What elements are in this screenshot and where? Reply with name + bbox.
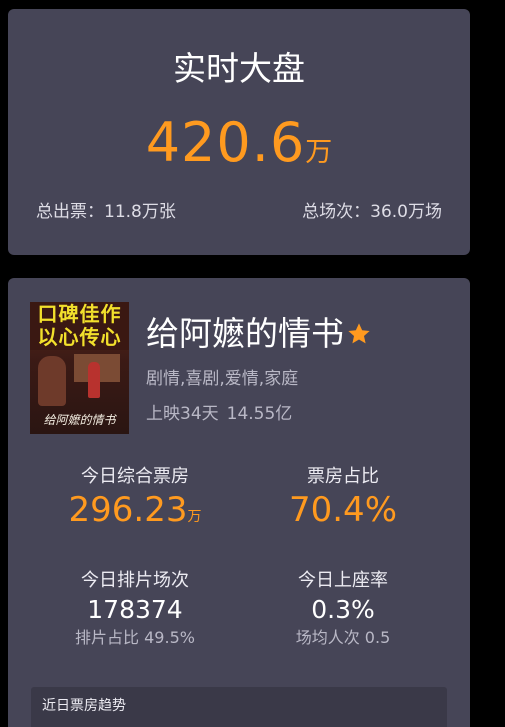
realtime-total-card: 实时大盘 420.6万 总出票：11.8万张 总场次：36.0万场 — [8, 9, 470, 255]
box-office-trend-section[interactable]: 近日票房趋势 — [31, 687, 447, 727]
movie-card[interactable]: 口碑佳作 以心传心 给阿嬷的情书 给阿嬷的情书 剧情,喜剧,爱情,家庭 上映34… — [8, 278, 470, 727]
poster-title: 给阿嬷的情书 — [43, 413, 116, 427]
total-tickets: 总出票：11.8万张 — [36, 202, 176, 222]
stat-value: 178374 — [87, 595, 183, 624]
realtime-total-unit: 万 — [305, 137, 333, 168]
page: 实时大盘 420.6万 总出票：11.8万张 总场次：36.0万场 口碑佳作 以… — [0, 0, 505, 727]
star-icon[interactable] — [346, 321, 372, 347]
movie-title-text[interactable]: 给阿嬷的情书 — [146, 314, 344, 353]
stat-today-shows: 今日排片场次 178374 排片占比 49.5% — [35, 569, 235, 649]
realtime-total-title: 实时大盘 — [173, 49, 305, 88]
stat-label: 今日上座率 — [298, 570, 388, 591]
realtime-total-number: 420.6 — [145, 111, 306, 174]
total-gross: 14.55亿 — [226, 404, 293, 424]
movie-poster[interactable]: 口碑佳作 以心传心 给阿嬷的情书 — [30, 302, 129, 434]
stat-value: 296.23万 — [35, 489, 235, 538]
release-days: 上映34天 — [146, 404, 219, 424]
stat-value: 0.3% — [311, 595, 375, 624]
stat-value: 70.4% — [288, 490, 397, 530]
stat-label: 今日排片场次 — [81, 570, 189, 591]
stat-box-office-share: 票房占比 70.4% — [243, 465, 443, 531]
stat-today-box-office: 今日综合票房 296.23万 — [35, 465, 235, 538]
total-shows: 总场次：36.0万场 — [302, 202, 442, 222]
poster-tagline: 口碑佳作 以心传心 — [37, 302, 122, 349]
movie-genres: 剧情,喜剧,爱情,家庭 — [146, 369, 299, 389]
stat-label: 今日综合票房 — [81, 466, 189, 487]
movie-release-info: 上映34天 14.55亿 — [146, 403, 292, 425]
trend-label: 近日票房趋势 — [42, 698, 126, 714]
stat-label: 票房占比 — [307, 466, 379, 487]
realtime-total-value: 420.6万 — [8, 108, 470, 191]
stat-unit: 万 — [187, 509, 202, 525]
movie-title[interactable]: 给阿嬷的情书 — [146, 314, 372, 354]
stat-sub: 场均人次 0.5 — [295, 628, 391, 647]
stat-number: 296.23 — [68, 490, 188, 530]
stat-sub: 排片占比 49.5% — [75, 628, 195, 647]
poster-figure-red-graphic — [88, 362, 100, 398]
stat-today-occupancy: 今日上座率 0.3% 场均人次 0.5 — [243, 569, 443, 649]
poster-figure-graphic — [38, 356, 66, 406]
